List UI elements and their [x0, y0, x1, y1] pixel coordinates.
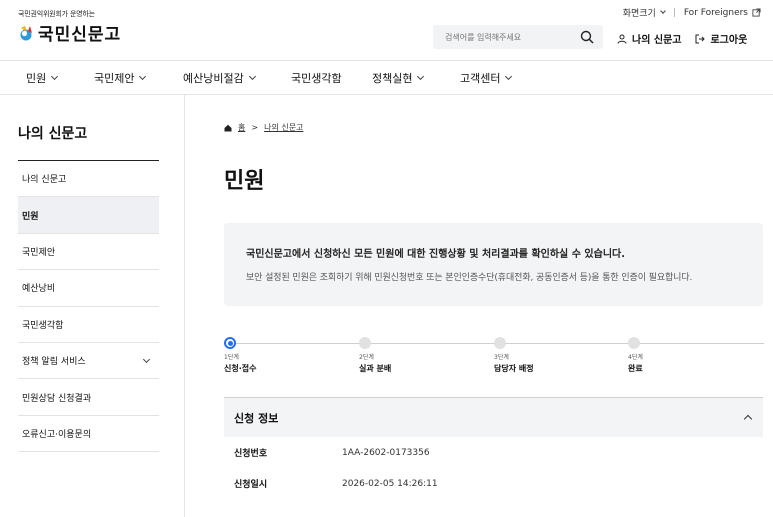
step-label: 담당자 배정 [494, 364, 534, 373]
breadcrumb-separator: > [251, 123, 259, 132]
sidebar-item-label: 정책 알림 서비스 [22, 357, 86, 368]
sidebar: 나의 신문고 나의 신문고 민원 국민제안 예산낭비 국민생각함 정책 알림 서… [18, 95, 159, 453]
chevron-down-icon [248, 72, 256, 81]
search-icon[interactable] [580, 30, 594, 44]
step-label: 완료 [628, 364, 643, 373]
sidebar-item-error-report[interactable]: 오류신고·이용문의 [18, 416, 159, 453]
external-link-icon [752, 8, 761, 17]
sidebar-item-proposal[interactable]: 국민제안 [18, 234, 159, 271]
chevron-down-icon [51, 72, 59, 81]
logo-subtitle: 국민권익위원회가 운영하는 [18, 10, 95, 18]
info-value: 2026-02-05 14:26:11 [342, 478, 438, 489]
info-value: 1AA-2602-0173356 [342, 447, 430, 458]
search-box [433, 25, 603, 49]
search-input[interactable] [445, 32, 573, 42]
sidebar-item-my[interactable]: 나의 신문고 [18, 161, 159, 198]
step-dot [628, 337, 640, 349]
user-links: 나의 신문고 로그아웃 [617, 31, 747, 46]
info-row: 신청일시 2026-02-05 14:26:11 [224, 468, 764, 499]
panel-title: 신청 정보 [234, 411, 279, 425]
logout-icon [695, 34, 706, 43]
sidebar-item-budget[interactable]: 예산낭비 [18, 270, 159, 307]
step-2: 2단계 실과 분배 [359, 337, 391, 374]
breadcrumb-home-link[interactable]: 홈 [238, 122, 245, 133]
utility-links: 화면크기 For Foreigners [623, 6, 761, 19]
nav-item-label: 정책실현 [372, 72, 413, 85]
screen-size-toggle[interactable]: 화면크기 [622, 6, 666, 19]
divider [673, 8, 675, 17]
nav-item-customer[interactable]: 고객센터 [460, 70, 513, 86]
chevron-down-icon [142, 355, 151, 363]
logout-link[interactable]: 로그아웃 [695, 31, 747, 46]
breadcrumb: 홈 > 나의 신문고 [224, 122, 764, 133]
chevron-up-icon[interactable] [743, 414, 753, 424]
home-icon [224, 124, 232, 131]
chevron-down-icon [139, 72, 147, 81]
chevron-down-icon [659, 8, 666, 14]
nav-item-policy[interactable]: 정책실현 [372, 70, 425, 86]
step-3: 3단계 담당자 배정 [494, 337, 534, 374]
step-label: 신청·접수 [224, 364, 257, 373]
notice-description: 보안 설정된 민원은 조회하기 위해 민원신청번호 또는 본인인증수단(휴대전화… [246, 273, 693, 283]
logo-emblem-icon [18, 24, 36, 42]
step-1: 1단계 신청·접수 [224, 337, 256, 374]
my-page-label: 나의 신문고 [632, 35, 682, 46]
step-number: 1단계 [224, 354, 239, 361]
sidebar-item-label: 국민생각함 [22, 320, 64, 331]
notice-title: 국민신문고에서 신청하신 모든 민원에 대한 진행상황 및 처리결과를 확인하실… [246, 249, 626, 260]
info-label: 신청일시 [234, 480, 268, 490]
step-dot [494, 337, 506, 349]
page-title: 민원 [224, 169, 265, 194]
breadcrumb-current-link[interactable]: 나의 신문고 [264, 122, 303, 133]
my-page-link[interactable]: 나의 신문고 [617, 31, 681, 46]
sidebar-item-label: 오류신고·이용문의 [22, 429, 92, 440]
sidebar-item-consult-result[interactable]: 민원상담 신청결과 [18, 379, 159, 416]
site-header: 국민권익위원회가 운영하는 국민신문고 화면크기 For Foreigners [0, 0, 773, 60]
info-row: 신청번호 1AA-2602-0173356 [224, 437, 764, 468]
nav-item-label: 고객센터 [460, 72, 501, 85]
sidebar-item-label: 국민제안 [22, 247, 56, 258]
sidebar-item-policy-alert[interactable]: 정책 알림 서비스 [18, 343, 159, 380]
step-dot [359, 337, 371, 349]
sidebar-title: 나의 신문고 [18, 123, 159, 161]
notice-box: 국민신문고에서 신청하신 모든 민원에 대한 진행상황 및 처리결과를 확인하실… [224, 223, 763, 306]
sidebar-divider [184, 95, 185, 517]
nav-item-budget[interactable]: 예산낭비절감 [183, 70, 256, 86]
step-label: 실과 분배 [359, 364, 392, 373]
chevron-down-icon [505, 72, 513, 81]
main-content: 홈 > 나의 신문고 민원 국민신문고에서 신청하신 모든 민원에 대한 진행상… [224, 95, 764, 499]
step-4: 4단계 완료 [628, 337, 643, 374]
sidebar-item-label: 나의 신문고 [22, 175, 67, 186]
nav-item-label: 국민생각함 [291, 72, 342, 85]
step-dot-active [224, 337, 236, 349]
sidebar-item-thoughts[interactable]: 국민생각함 [18, 307, 159, 343]
nav-item-thoughts[interactable]: 국민생각함 [291, 70, 342, 86]
main-navigation: 민원 국민제안 예산낭비절감 국민생각함 정책실현 고객센터 [0, 60, 773, 95]
info-label: 신청번호 [234, 449, 268, 459]
sidebar-item-label: 민원상담 신청결과 [22, 393, 92, 404]
site-logo[interactable]: 국민신문고 [18, 20, 121, 45]
progress-steps: 1단계 신청·접수 2단계 실과 분배 3단계 담당자 배정 4단계 완료 [224, 326, 764, 382]
screen-size-label: 화면크기 [622, 9, 656, 19]
nav-item-label: 민원 [26, 72, 47, 85]
chevron-down-icon [417, 72, 425, 81]
logo-text: 국민신문고 [38, 25, 122, 45]
step-number: 4단계 [628, 354, 643, 361]
sidebar-item-minwon[interactable]: 민원 [18, 197, 159, 234]
for-foreigners-link[interactable]: For Foreigners [684, 8, 761, 18]
logout-label: 로그아웃 [710, 35, 748, 46]
nav-item-minwon[interactable]: 민원 [26, 70, 59, 86]
person-icon [617, 34, 627, 44]
sidebar-item-label: 민원 [22, 211, 39, 222]
nav-item-label: 예산낭비절감 [183, 72, 244, 85]
nav-item-label: 국민제안 [94, 72, 135, 85]
for-foreigners-label: For Foreigners [683, 7, 748, 18]
application-info-header[interactable]: 신청 정보 [224, 397, 763, 437]
sidebar-item-label: 예산낭비 [22, 284, 56, 295]
nav-item-proposal[interactable]: 국민제안 [94, 70, 147, 86]
step-number: 2단계 [359, 354, 374, 361]
step-number: 3단계 [494, 354, 509, 361]
